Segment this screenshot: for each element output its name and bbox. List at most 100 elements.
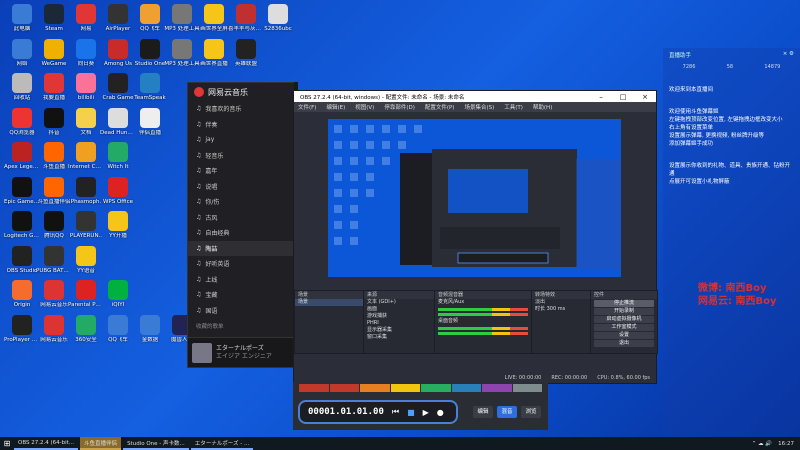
- desktop-icon[interactable]: bilibili: [68, 73, 104, 102]
- desktop-icon[interactable]: Logitech G HUB: [4, 211, 40, 240]
- obs-window[interactable]: OBS 27.2.4 (64-bit, windows) - 配置文件: 未命名…: [293, 90, 658, 384]
- desktop-icon[interactable]: OBS Studio: [4, 245, 40, 275]
- control-button[interactable]: 退出: [594, 340, 654, 347]
- studio-one-transport[interactable]: 00001.01.01.00 ⏮ ■ ▶ ● 编辑 混音 浏览: [293, 382, 548, 430]
- menu-item[interactable]: 配置文件(P): [425, 103, 455, 111]
- desktop-icon[interactable]: ProPlayer 64 bit: [4, 314, 40, 344]
- netease-titlebar[interactable]: 网易云音乐: [188, 83, 295, 101]
- source-row[interactable]: 显示器采集: [364, 327, 434, 334]
- desktop-icon[interactable]: 抖音: [36, 107, 72, 137]
- desktop-icon[interactable]: 伴侣直播: [132, 107, 168, 137]
- taskbar-task[interactable]: 斗鱼直播伴侣: [80, 437, 122, 450]
- menu-item[interactable]: 帮助(H): [533, 103, 552, 111]
- desktop-icon[interactable]: 文档: [68, 107, 104, 137]
- control-button[interactable]: 开始录制: [594, 308, 654, 315]
- desktop-icon[interactable]: PUBG BATTLEGR.: [36, 245, 72, 275]
- playlist-item[interactable]: ♫ 国语: [188, 303, 295, 319]
- clock[interactable]: 16:27: [778, 441, 794, 447]
- desktop-icon[interactable]: 网易云音乐: [36, 280, 72, 309]
- desktop-icon[interactable]: 斗鱼直播: [36, 142, 72, 171]
- menu-item[interactable]: 场景集合(S): [464, 103, 494, 111]
- playlist-item[interactable]: ♫ 说唱: [188, 179, 295, 195]
- desktop-icon[interactable]: 画世界直播: [196, 38, 232, 68]
- mixer-panel[interactable]: 音频混音器 麦克风/Aux 桌面音频: [434, 290, 532, 354]
- menu-item[interactable]: 编辑(E): [326, 103, 345, 111]
- taskbar-task[interactable]: OBS 27.2.4 (64-bit...: [14, 437, 79, 450]
- desktop-icon[interactable]: 画世界全屏: [196, 4, 232, 33]
- control-button[interactable]: 启动虚拟摄像机: [594, 316, 654, 323]
- desktop-icon[interactable]: Phasmoph.: [68, 176, 104, 206]
- control-button[interactable]: 设置: [594, 332, 654, 339]
- source-row[interactable]: PHRI: [364, 320, 434, 327]
- playlist-item[interactable]: ♫ 嘉年: [188, 163, 295, 179]
- controls-panel[interactable]: 控件 停止推流 开始录制 启动虚拟摄像机 工作室模式 设置 退出: [590, 290, 658, 354]
- playlist-item[interactable]: ♫ jay: [188, 132, 295, 148]
- rewind-icon[interactable]: ⏮: [392, 407, 399, 417]
- desktop-icon[interactable]: 金数据: [132, 314, 168, 344]
- desktop-icon[interactable]: Steam: [36, 4, 72, 33]
- desktop-icon[interactable]: WeGame: [36, 38, 72, 68]
- taskbar-task[interactable]: Studio One - 声卡数...: [123, 437, 189, 450]
- transitions-panel[interactable]: 转场特效 淡出 时长 300 ms: [531, 290, 591, 354]
- playlist-item[interactable]: ♫ 上线: [188, 272, 295, 288]
- desktop-icon[interactable]: Parental Party: [68, 280, 104, 309]
- close-button[interactable]: ×: [634, 93, 656, 101]
- menu-item[interactable]: 视图(V): [355, 103, 374, 111]
- scenes-panel[interactable]: 场景 场景: [294, 290, 364, 354]
- desktop-icon[interactable]: Apex Legends: [4, 142, 40, 171]
- desktop-icon[interactable]: Witch It: [100, 142, 136, 171]
- desktop-icon[interactable]: QQ飞车: [132, 4, 168, 33]
- desktop-icon[interactable]: YY语音: [68, 245, 104, 275]
- source-row[interactable]: 窗口采集: [364, 334, 434, 341]
- desktop-icon[interactable]: iQIYI: [100, 280, 136, 309]
- desktop-icon[interactable]: 360安全: [68, 314, 104, 344]
- desktop-icon[interactable]: 向日葵: [68, 38, 104, 68]
- sources-panel[interactable]: 来源 文本 (GDI+) 画面 游戏捕获 PHRI 显示器采集 窗口采集: [363, 290, 435, 354]
- play-icon[interactable]: ▶: [423, 408, 429, 417]
- desktop-icon[interactable]: 网易云音乐: [36, 314, 72, 344]
- desktop-icon[interactable]: YY开播: [100, 211, 136, 240]
- minimize-button[interactable]: –: [590, 93, 612, 101]
- desktop-icon[interactable]: Internet Cafe Si.: [68, 142, 104, 171]
- desktop-icon[interactable]: 回收站: [4, 73, 40, 102]
- desktop-icon[interactable]: QQ飞车: [100, 314, 136, 344]
- control-button[interactable]: 停止推流: [594, 300, 654, 307]
- start-button[interactable]: ⊞: [0, 439, 14, 448]
- album-cover[interactable]: [192, 342, 212, 363]
- menu-item[interactable]: 文件(F): [298, 103, 316, 111]
- source-row[interactable]: 游戏捕获: [364, 313, 434, 320]
- playlist-item[interactable]: ♫ 你/伤: [188, 194, 295, 210]
- desktop-icon[interactable]: 此电脑: [4, 4, 40, 33]
- chat-close-icon[interactable]: × ⚙: [783, 51, 794, 59]
- transition-select[interactable]: 淡出: [532, 299, 590, 306]
- playlist-item[interactable]: ♫ 轻音乐: [188, 148, 295, 164]
- source-row[interactable]: 文本 (GDI+): [364, 299, 434, 306]
- desktop-icon[interactable]: PLAYERUN..: [68, 211, 104, 240]
- desktop-icon[interactable]: MP3 处理工具: [164, 4, 200, 33]
- mode-mix[interactable]: 混音: [497, 406, 517, 418]
- desktop-icon[interactable]: 网易: [68, 4, 104, 33]
- menu-item[interactable]: 停靠部件(D): [384, 103, 415, 111]
- scene-row[interactable]: 场景: [295, 299, 363, 306]
- desktop-icon[interactable]: S2836ubc: [260, 4, 296, 33]
- mode-edit[interactable]: 编辑: [473, 406, 493, 418]
- desktop-icon[interactable]: QQ浏览器: [4, 107, 40, 137]
- danmaku-overlay[interactable]: 直播助手 × ⚙ 7286 58 14879 欢迎来到本直播间 欢迎使用斗鱼弹幕姬…: [663, 48, 800, 437]
- desktop-icon[interactable]: 我要直播: [36, 73, 72, 102]
- desktop-icon[interactable]: Crab Game: [100, 73, 136, 102]
- maximize-button[interactable]: □: [612, 93, 634, 101]
- desktop-icon[interactable]: 喜羊羊与灰太狼: [228, 4, 264, 33]
- playlist-item[interactable]: ♫ 好听英语: [188, 256, 295, 272]
- playlist-item[interactable]: ♫ 自由经典: [188, 225, 295, 241]
- desktop-icon[interactable]: Dead Hunger: [100, 107, 136, 137]
- obs-titlebar[interactable]: OBS 27.2.4 (64-bit, windows) - 配置文件: 未命名…: [294, 91, 656, 102]
- desktop-icon[interactable]: Among Us: [100, 38, 136, 68]
- taskbar-task[interactable]: エターナルポーズ - ...: [190, 437, 254, 450]
- control-button[interactable]: 工作室模式: [594, 324, 654, 331]
- playlist-item[interactable]: ♫ 古风: [188, 210, 295, 226]
- obs-preview[interactable]: [328, 119, 621, 277]
- desktop-icon[interactable]: Studio One: [132, 38, 168, 68]
- source-row[interactable]: 画面: [364, 306, 434, 313]
- desktop-icon[interactable]: WPS Office: [100, 176, 136, 206]
- stop-icon[interactable]: ■: [407, 408, 415, 417]
